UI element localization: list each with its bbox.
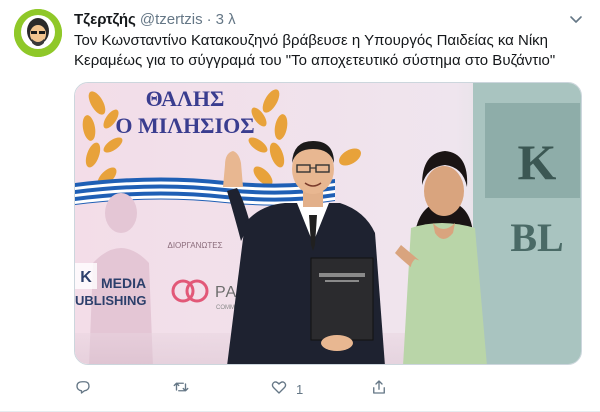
- sponsor-publishing: UBLISHING: [75, 293, 147, 308]
- tweet-text: Τον Κωνσταντίνο Κατακουζηνό βράβευσε η Υ…: [74, 32, 556, 69]
- banner-title-line2: Ο ΜΙΛΗΣΙΟΣ: [115, 113, 254, 138]
- share-icon: [370, 378, 388, 401]
- like-icon: [270, 378, 288, 401]
- reply-button[interactable]: [74, 378, 92, 400]
- sponsor-media: MEDIA: [101, 275, 146, 291]
- reply-icon: [74, 378, 92, 401]
- tweet-header: Τζερτζής @tzertzis · 3 λ: [74, 10, 236, 29]
- sponsor-k: K: [80, 269, 92, 286]
- backdrop-letters-bl: BL: [510, 215, 563, 260]
- organizers-label: ΔΙΟΡΓΑΝΩΤΕΣ: [167, 241, 222, 250]
- tweet-timestamp[interactable]: 3 λ: [216, 11, 236, 28]
- like-button[interactable]: 1: [270, 378, 303, 400]
- user-handle[interactable]: @tzertzis: [140, 11, 203, 28]
- tweet-actions: 1: [74, 378, 494, 400]
- banner-title-line1: ΘΑΛΗΣ: [146, 86, 225, 111]
- tweet-photo[interactable]: K BL ΘΑΛΗΣ Ο ΜΙΛΗΣΙΟΣ ΔΙΟΡΓΑΝΩΤΕΣ K MEDI…: [74, 82, 582, 365]
- retweet-icon: [172, 378, 190, 401]
- separator-dot: ·: [206, 11, 212, 28]
- retweet-button[interactable]: [172, 378, 190, 400]
- like-count: 1: [296, 381, 304, 397]
- display-name[interactable]: Τζερτζής: [74, 11, 136, 28]
- avatar[interactable]: [14, 9, 62, 57]
- tweet[interactable]: Τζερτζής @tzertzis · 3 λ Τον Κωνσταντίνο Κα…: [0, 0, 600, 412]
- share-button[interactable]: [370, 378, 388, 400]
- caret-down-icon[interactable]: [568, 11, 584, 27]
- backdrop-letter-k: K: [518, 134, 557, 190]
